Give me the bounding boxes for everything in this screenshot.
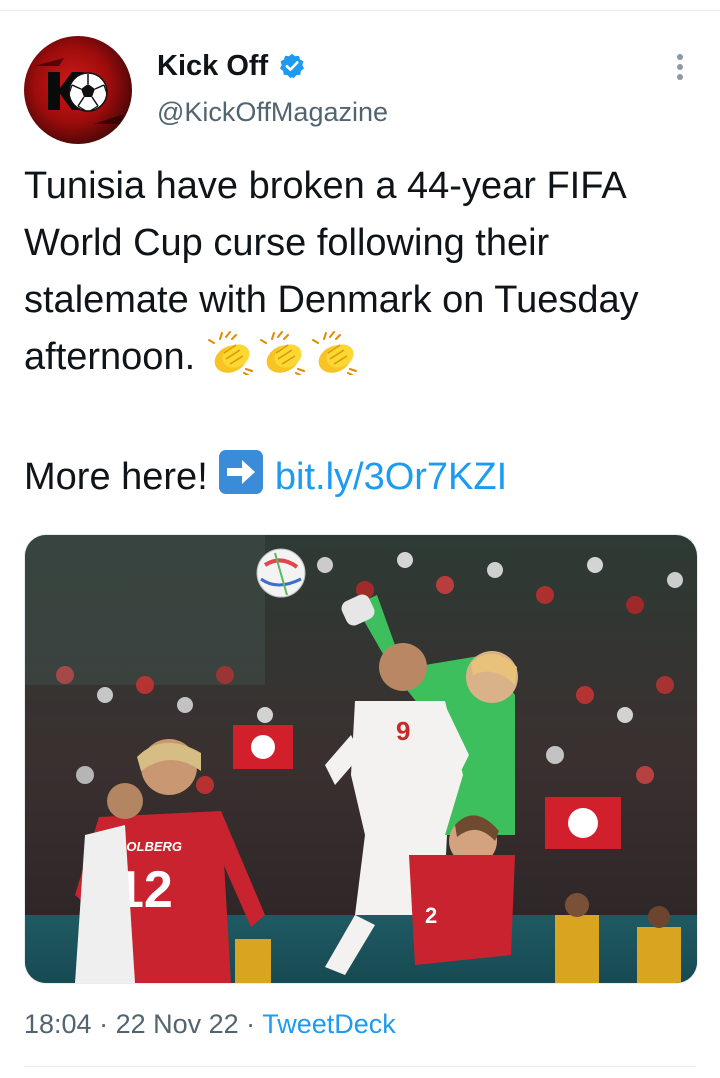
clapping-hands-icon: [206, 331, 258, 392]
denmark-back-number: 2: [425, 903, 437, 928]
more-vertical-icon: [677, 54, 683, 80]
bottom-divider: [24, 1066, 696, 1067]
top-divider: [0, 10, 720, 11]
tweet-photo[interactable]: 9 2 DOLBERG 12: [24, 534, 698, 984]
tunisia-number: 9: [396, 716, 410, 746]
tweet-source-link[interactable]: TweetDeck: [262, 1009, 396, 1039]
profile-avatar[interactable]: [24, 36, 132, 144]
clapping-hands-icon: [310, 331, 362, 392]
right-arrow-button-icon: [218, 449, 264, 512]
football-match-photo: 9 2 DOLBERG 12: [25, 535, 697, 983]
jersey-name: DOLBERG: [117, 839, 182, 854]
tweet-time[interactable]: 18:04: [24, 1009, 92, 1039]
account-handle[interactable]: @KickOffMagazine: [157, 94, 388, 130]
tweet-meta: 18:04 · 22 Nov 22 · TweetDeck: [24, 1006, 396, 1042]
clapping-hands-icon: [258, 331, 310, 392]
verified-badge-icon: [280, 53, 305, 79]
tweet-link[interactable]: bit.ly/3Or7KZI: [275, 456, 507, 498]
more-options-button[interactable]: [666, 52, 694, 82]
tweet-text: Tunisia have broken a 44-year FIFA World…: [24, 158, 696, 512]
more-here-text: More here!: [24, 456, 219, 498]
tweet-date[interactable]: 22 Nov 22: [116, 1009, 239, 1039]
meta-separator: ·: [91, 1009, 116, 1039]
display-name[interactable]: Kick Off: [157, 48, 268, 84]
kickoff-logo-icon: [34, 58, 124, 124]
meta-separator: ·: [238, 1009, 263, 1039]
name-row: Kick Off: [157, 48, 306, 84]
